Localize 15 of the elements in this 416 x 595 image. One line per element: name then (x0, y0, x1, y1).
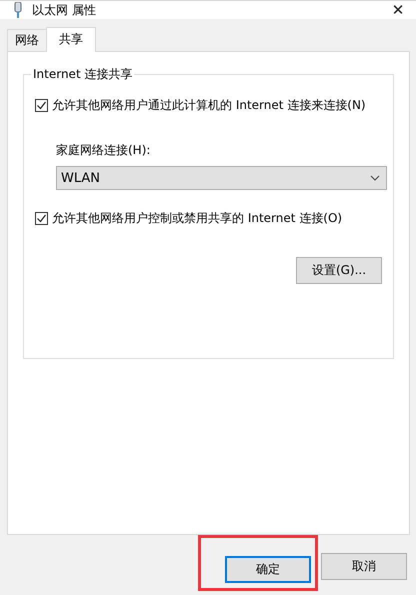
checkbox-label[interactable]: 允许其他网络用户控制或禁用共享的 Internet 连接(O) (52, 210, 342, 227)
checkbox[interactable] (35, 212, 48, 225)
home-network-dropdown[interactable]: WLAN (56, 166, 387, 190)
tab[interactable]: 网络 (7, 29, 47, 51)
home-network-label: 家庭网络连接(H): (56, 142, 150, 159)
settings-button[interactable]: 设置(G)... (296, 257, 382, 284)
tab[interactable]: 共享 (46, 27, 96, 52)
window-title: 以太网 属性 (32, 2, 97, 18)
chevron-down-icon (370, 175, 380, 181)
checkbox[interactable] (35, 99, 48, 112)
ok-button[interactable]: 确定 (225, 556, 311, 583)
cancel-button[interactable]: 取消 (321, 553, 407, 580)
group-title: Internet 连接共享 (31, 67, 134, 81)
checkbox-label[interactable]: 允许其他网络用户通过此计算机的 Internet 连接来连接(N) (52, 97, 366, 114)
close-button[interactable]: ✕ (383, 1, 413, 19)
